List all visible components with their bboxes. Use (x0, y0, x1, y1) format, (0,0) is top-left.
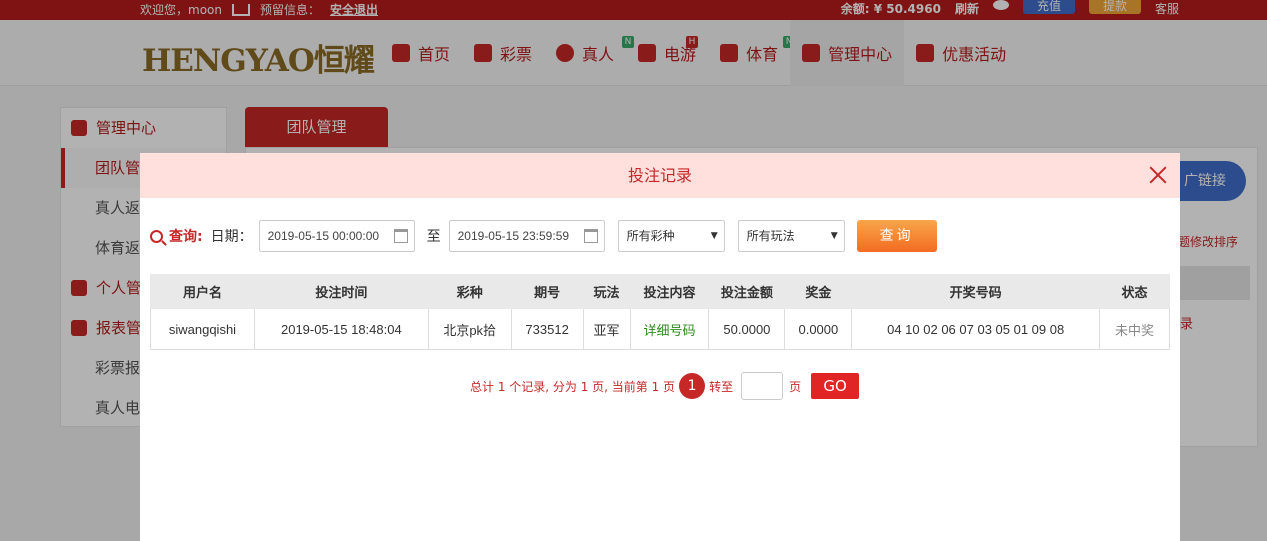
table-header-row: 用户名 投注时间 彩种 期号 玩法 投注内容 投注金额 奖金 开奖号码 状态 (150, 274, 1170, 309)
calendar-icon[interactable] (583, 229, 598, 243)
lottery-type-select[interactable]: 所有彩种 ▼ (617, 220, 725, 252)
column-header: 开奖号码 (851, 274, 1100, 309)
select-value: 所有彩种 (626, 229, 675, 243)
query-button[interactable]: 查询 (856, 220, 937, 252)
cell-status: 未中奖 (1099, 308, 1170, 350)
column-header: 投注金额 (708, 274, 786, 309)
bet-record-modal: 投注记录 查询: 日期： 2019-05-15 00:00:00 至 2019-… (140, 153, 1180, 541)
chevron-down-icon: ▼ (830, 231, 838, 241)
select-value: 所有玩法 (746, 229, 795, 243)
column-header: 期号 (510, 274, 584, 309)
calendar-icon[interactable] (393, 229, 408, 243)
end-date-input[interactable]: 2019-05-15 23:59:59 (448, 220, 605, 252)
modal-title: 投注记录 (627, 166, 692, 185)
pagination: 总计 1 个记录, 分为 1 页, 当前第 1 页 1 转至 页 GO (470, 372, 860, 400)
column-header: 投注时间 (253, 274, 429, 309)
cell-lottery: 北京pk拾 (427, 308, 512, 350)
column-header: 用户名 (150, 274, 255, 309)
cell-draw-numbers: 04 10 02 06 07 03 05 01 09 08 (851, 308, 1100, 350)
table-row: siwangqishi 2019-05-15 18:48:04 北京pk拾 73… (150, 308, 1170, 350)
page-unit-label: 页 (789, 379, 802, 394)
search-icon (150, 229, 163, 243)
query-label: 查询: (169, 229, 203, 245)
pagination-summary: 总计 1 个记录, 分为 1 页, 当前第 1 页 (470, 379, 676, 394)
column-header: 投注内容 (629, 274, 710, 309)
start-date-value: 2019-05-15 00:00:00 (267, 229, 380, 243)
bet-record-table: 用户名 投注时间 彩种 期号 玩法 投注内容 投注金额 奖金 开奖号码 状态 s… (150, 274, 1170, 350)
column-header: 状态 (1099, 274, 1170, 309)
play-type-select[interactable]: 所有玩法 ▼ (737, 220, 845, 252)
close-icon[interactable] (1148, 165, 1168, 185)
start-date-input[interactable]: 2019-05-15 00:00:00 (258, 220, 415, 252)
detail-numbers-link[interactable]: 详细号码 (629, 308, 710, 350)
go-button[interactable]: GO (811, 373, 860, 399)
page-number-current[interactable]: 1 (679, 373, 706, 399)
to-label: 至 (426, 229, 441, 245)
goto-page-input[interactable] (741, 372, 784, 400)
end-date-value: 2019-05-15 23:59:59 (457, 229, 570, 243)
cell-username: siwangqishi (150, 308, 255, 350)
cell-play: 亚军 (582, 308, 631, 350)
column-header: 玩法 (582, 274, 631, 309)
date-label: 日期： (210, 229, 253, 245)
cell-prize: 0.0000 (784, 308, 853, 350)
goto-label: 转至 (709, 379, 734, 394)
column-header: 奖金 (784, 274, 853, 309)
cell-amount: 50.0000 (708, 308, 786, 350)
chevron-down-icon: ▼ (710, 231, 718, 241)
cell-bet-time: 2019-05-15 18:48:04 (253, 308, 429, 350)
filter-bar: 查询: 日期： 2019-05-15 00:00:00 至 2019-05-15… (150, 220, 937, 252)
column-header: 彩种 (427, 274, 512, 309)
modal-header: 投注记录 (140, 153, 1180, 198)
cell-issue: 733512 (510, 308, 584, 350)
